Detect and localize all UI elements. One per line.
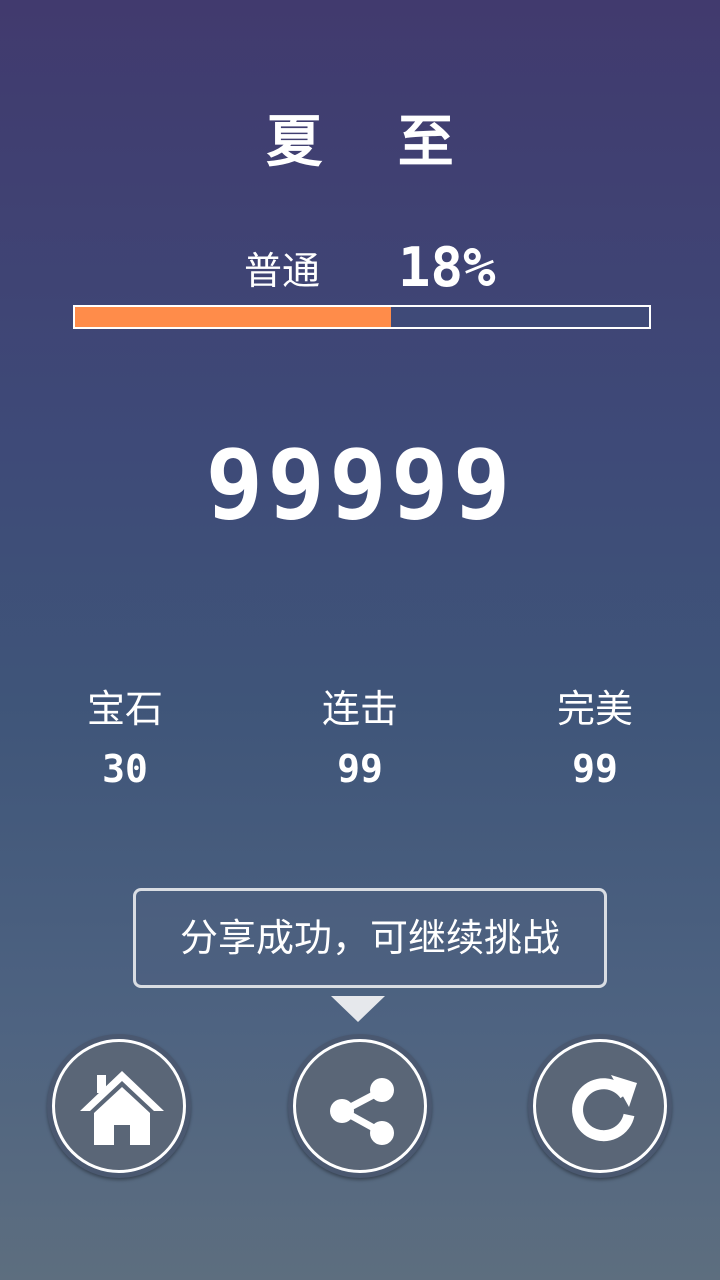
share-button-ring: [293, 1039, 427, 1173]
progress-bar: [73, 305, 651, 329]
refresh-icon: [572, 1075, 637, 1142]
stat-combo-label: 连击: [321, 687, 398, 731]
share-icon: [330, 1078, 394, 1145]
tooltip-text: 分享成功，可继续挑战: [179, 916, 560, 960]
difficulty-row: 普通 18%: [0, 236, 720, 300]
stat-gems-value: 30: [102, 747, 148, 791]
stat-combo: 连击 99: [290, 684, 430, 792]
difficulty-label: 普通: [244, 249, 321, 293]
completion-percent: 18%: [398, 236, 496, 299]
stat-gems-label: 宝石: [86, 687, 163, 731]
home-button[interactable]: [47, 1034, 191, 1178]
stat-perfect-label: 完美: [556, 687, 633, 731]
home-icon: [80, 1071, 164, 1145]
score-value: 99999: [205, 429, 515, 541]
home-button-ring: [52, 1039, 186, 1173]
song-title: 夏 至: [266, 110, 482, 175]
stat-perfect: 完美 99: [525, 684, 665, 792]
stat-combo-value: 99: [337, 747, 383, 791]
retry-button-ring: [533, 1039, 667, 1173]
retry-button[interactable]: [528, 1034, 672, 1178]
share-button[interactable]: [288, 1034, 432, 1178]
progress-bar-fill: [75, 307, 391, 327]
stat-gems: 宝石 30: [55, 684, 195, 792]
share-success-tooltip: 分享成功，可继续挑战: [133, 888, 607, 988]
tooltip-arrow: [331, 996, 385, 1022]
stat-perfect-value: 99: [572, 747, 618, 791]
